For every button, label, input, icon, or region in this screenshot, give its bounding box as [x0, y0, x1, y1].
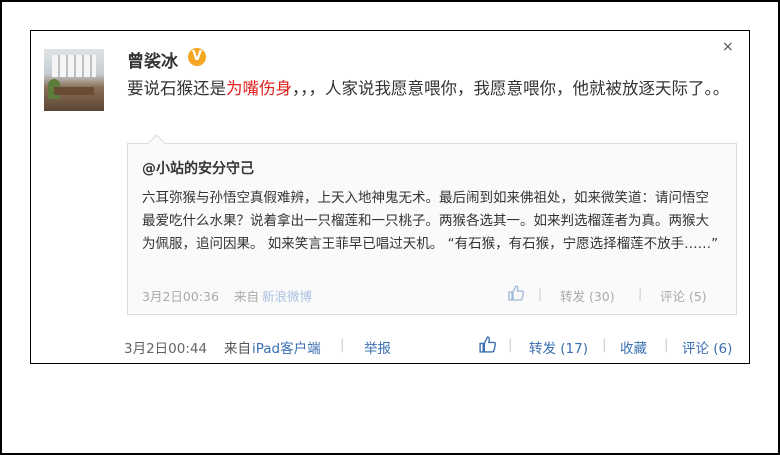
- avatar-table: [54, 87, 94, 95]
- quote-source-prefix: 来自: [234, 289, 260, 304]
- comment-link[interactable]: 评论 (6): [682, 337, 732, 357]
- post-text-part: ，，，人家说我愿意喂你，我愿意喂你，他就被放逐天际了。。: [292, 79, 730, 98]
- separator: |: [602, 337, 607, 353]
- post-text: 要说石猴还是为嘴伤身，，，人家说我愿意喂你，我愿意喂你，他就被放逐天际了。。: [127, 75, 739, 102]
- forward-link[interactable]: 转发 (17): [529, 337, 588, 357]
- post-timestamp[interactable]: 3月2日00:44: [124, 337, 207, 357]
- separator: |: [340, 337, 345, 353]
- quote-forward-link[interactable]: 转发 (30): [560, 286, 615, 305]
- quote-arrow: [147, 134, 166, 153]
- avatar-shelf: [52, 55, 96, 77]
- separator: |: [638, 286, 643, 301]
- thumbs-up-icon[interactable]: [478, 335, 497, 358]
- post-source-link[interactable]: iPad客户端: [252, 337, 321, 357]
- quote-author-link[interactable]: @小站的安分守己: [142, 158, 254, 178]
- avatar[interactable]: [44, 49, 104, 111]
- separator: |: [508, 337, 513, 353]
- post-footer: 3月2日00:44 来自 iPad客户端 | 举报 | 转发 (17) | 收藏…: [124, 335, 736, 357]
- post-text-part: 要说石猴还是: [127, 79, 226, 98]
- verified-icon: V: [188, 48, 206, 66]
- quote-timestamp[interactable]: 3月2日00:36: [142, 286, 219, 305]
- post-source-prefix: 来自: [224, 341, 251, 357]
- quote-comment-link[interactable]: 评论 (5): [660, 286, 707, 305]
- report-link[interactable]: 举报: [364, 337, 391, 357]
- favorite-link[interactable]: 收藏: [620, 337, 647, 357]
- separator: |: [538, 286, 543, 301]
- quote-text: 六耳弥猴与孙悟空真假难辨，上天入地神鬼无术。最后闹到如来佛祖处，如来微笑道：请问…: [142, 190, 719, 252]
- separator: |: [664, 337, 669, 353]
- username-link[interactable]: 曾裟冰: [127, 47, 178, 72]
- weibo-post-card: 曾裟冰 V × 要说石猴还是为嘴伤身，，，人家说我愿意喂你，我愿意喂你，他就被放…: [30, 30, 750, 364]
- quote-source-link[interactable]: 新浪微博: [262, 286, 312, 305]
- quoted-post: @小站的安分守己 六耳弥猴与孙悟空真假难辨，上天入地神鬼无术。最后闹到如来佛祖处…: [127, 134, 737, 315]
- thumbs-up-icon[interactable]: [507, 284, 525, 305]
- close-icon[interactable]: ×: [722, 39, 734, 55]
- quote-footer: 3月2日00:36 来自 新浪微博 | 转发 (30) | 评论 (5): [142, 284, 722, 304]
- post-text-highlight[interactable]: 为嘴伤身: [226, 79, 292, 98]
